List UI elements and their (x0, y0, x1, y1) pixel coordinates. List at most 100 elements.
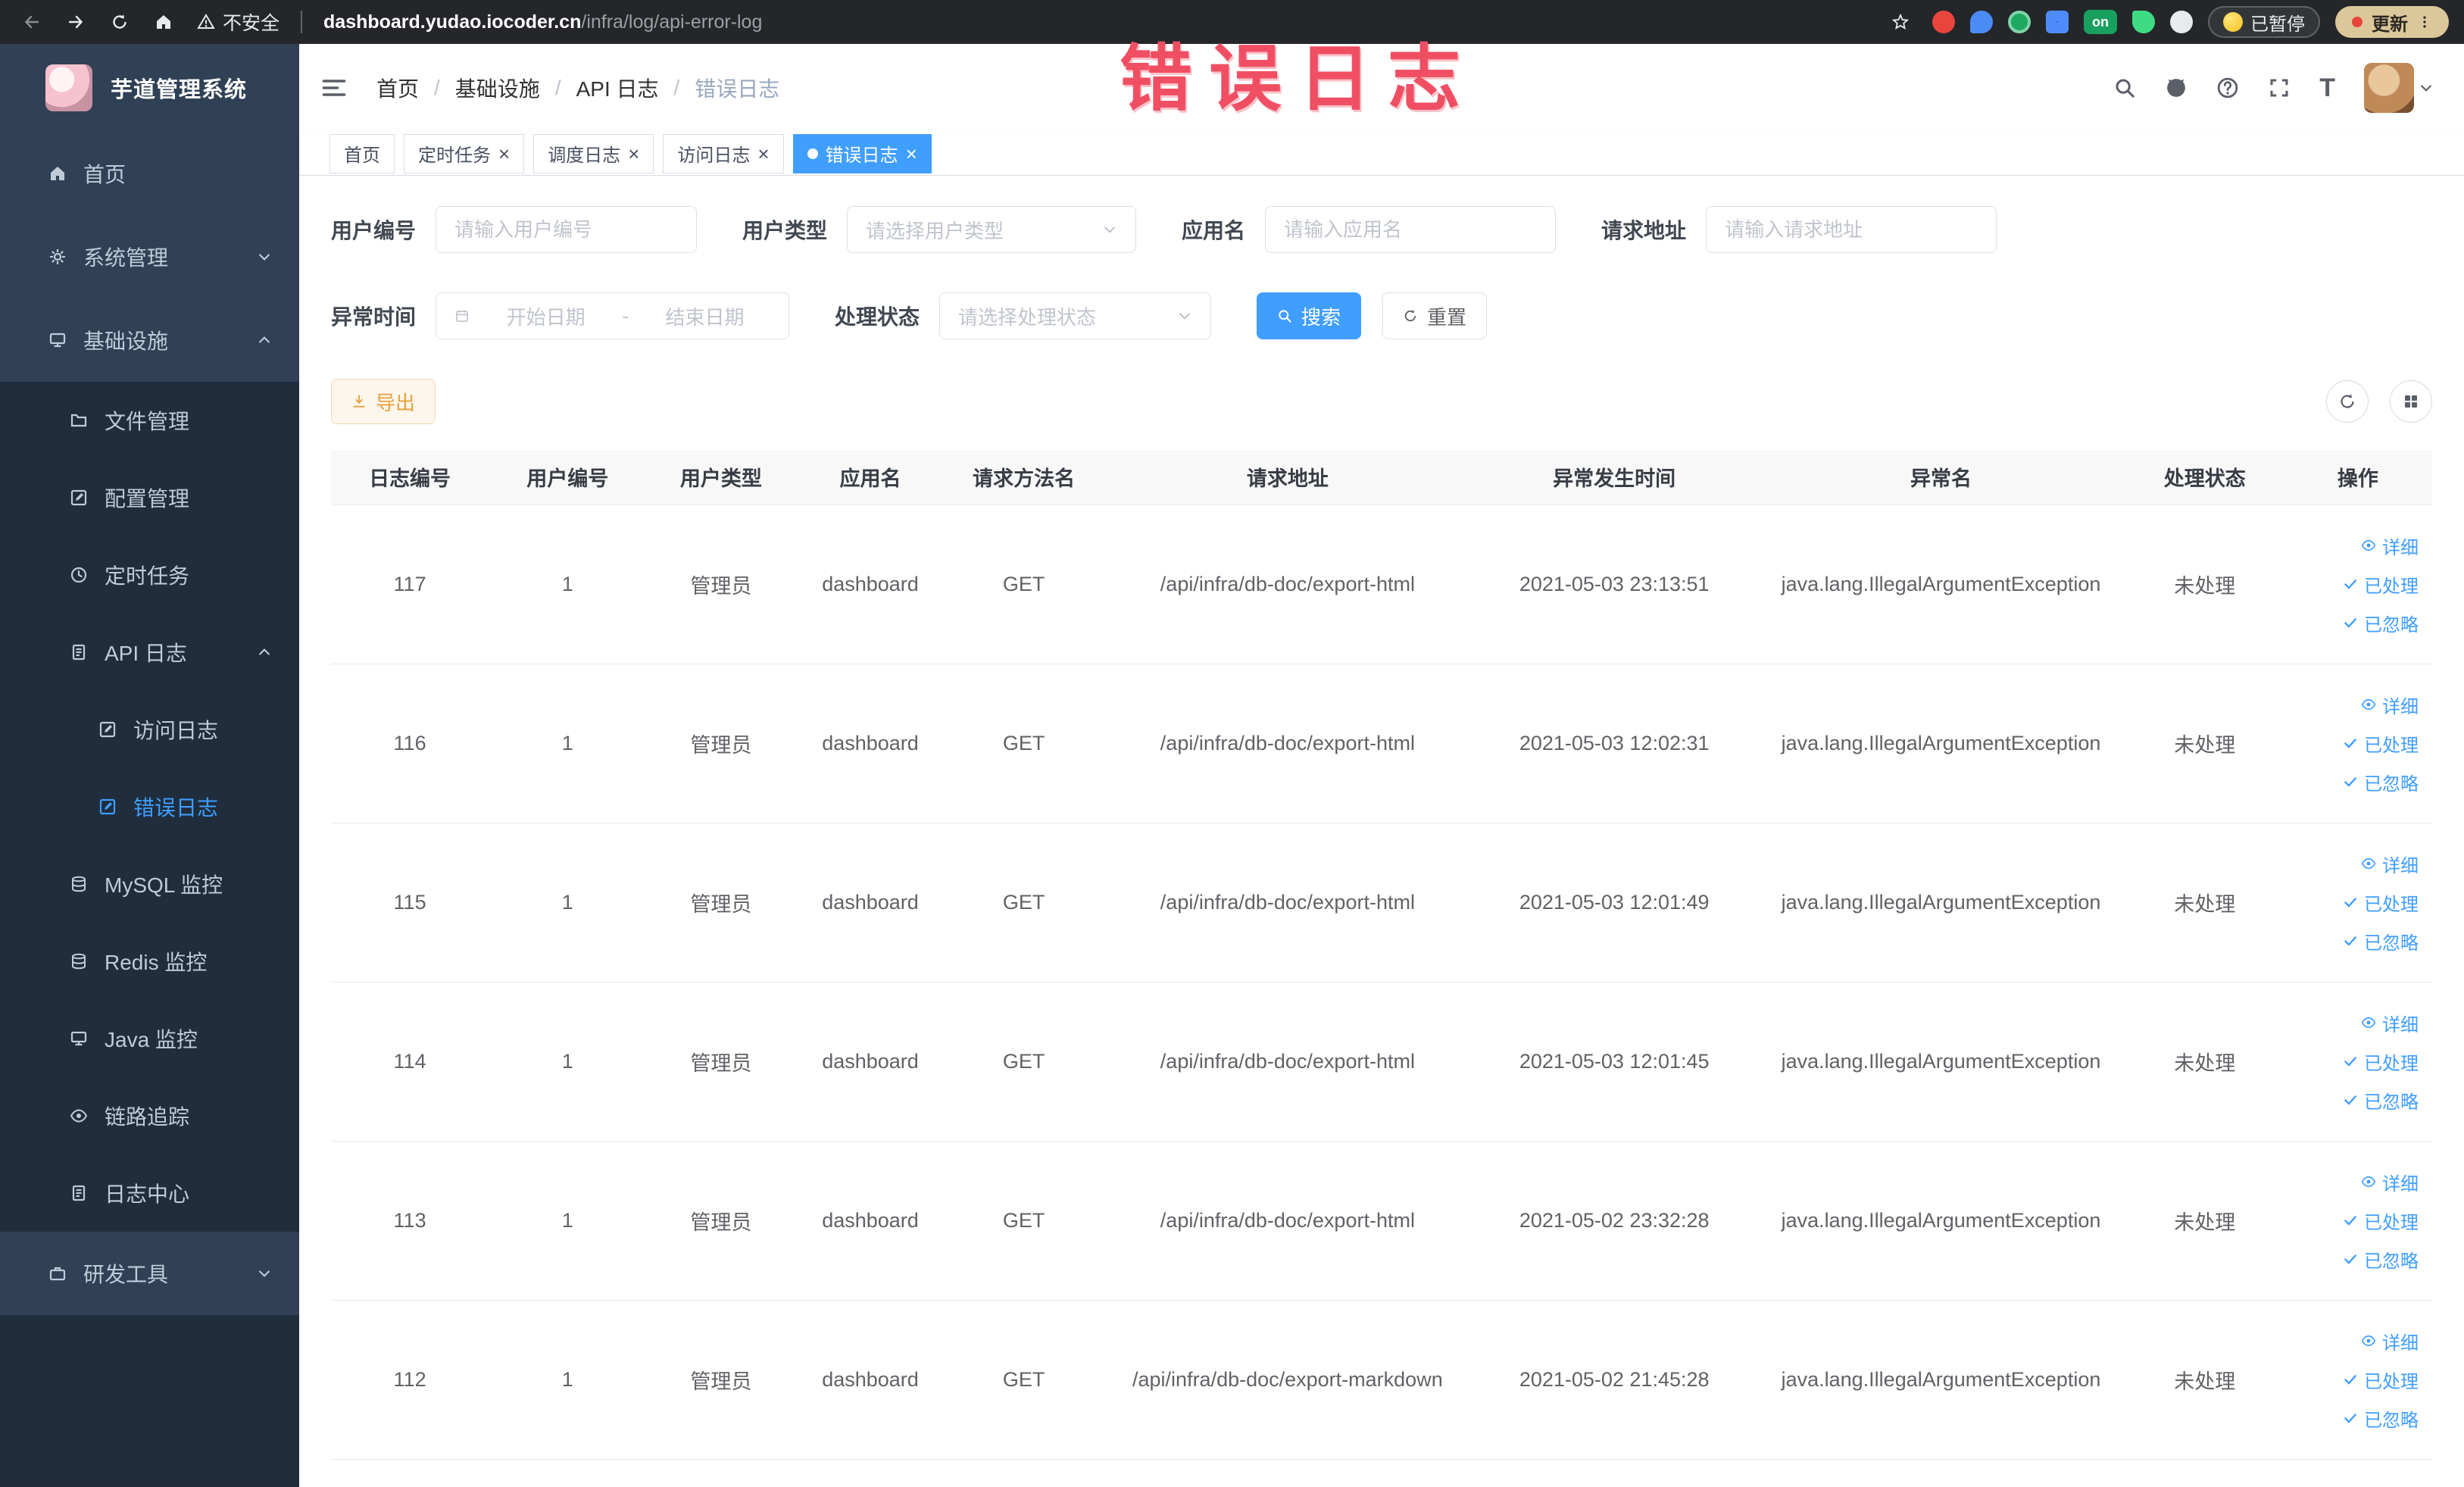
breadcrumb-api-logs[interactable]: API 日志 (576, 73, 659, 103)
sidebar-item-redis-monitor[interactable]: Redis 监控 (0, 923, 299, 1000)
user-type-label: 用户类型 (742, 219, 828, 242)
mark-ignored-link[interactable]: 已忽略 (2343, 1405, 2419, 1432)
export-button[interactable]: 导出 (331, 379, 436, 424)
sidebar-item-mysql-monitor[interactable]: MySQL 监控 (0, 845, 299, 923)
sidebar-item-access-log[interactable]: 访问日志 (0, 691, 299, 768)
mark-ignored-link[interactable]: 已忽略 (2343, 769, 2419, 795)
tab-home[interactable]: 首页 (329, 133, 395, 173)
request-url-label: 请求地址 (1601, 219, 1687, 242)
col-app-name: 应用名 (795, 450, 945, 505)
col-actions: 操作 (2283, 450, 2432, 505)
detail-link[interactable]: 详细 (2361, 1169, 2419, 1195)
help-icon[interactable] (2216, 77, 2239, 99)
tab-schedule-log[interactable]: 调度日志 × (533, 133, 654, 173)
col-user-type: 用户类型 (646, 450, 796, 505)
warning-icon (197, 13, 215, 31)
chevron-up-icon (257, 333, 272, 348)
sidebar-item-log-center[interactable]: 日志中心 (0, 1154, 299, 1232)
close-icon[interactable]: × (628, 144, 639, 164)
browser-home-icon[interactable] (147, 5, 180, 39)
extension-icon-green[interactable] (2008, 11, 2031, 33)
sidebar-item-file-management[interactable]: 文件管理 (0, 382, 299, 459)
browser-reload-icon[interactable] (103, 5, 136, 39)
extension-icon-drop[interactable] (1970, 11, 1993, 33)
mark-ignored-link[interactable]: 已忽略 (2343, 1246, 2419, 1273)
extension-icon-paw[interactable] (2170, 11, 2193, 33)
app-name-input[interactable] (1265, 206, 1557, 253)
browser-forward-icon[interactable] (59, 5, 92, 39)
sidebar-item-system-management[interactable]: 系统管理 (0, 215, 299, 298)
tab-error-log[interactable]: 错误日志 × (792, 133, 932, 173)
detail-link[interactable]: 详细 (2361, 533, 2419, 559)
request-url-input[interactable] (1706, 206, 1997, 253)
sidebar-item-error-log[interactable]: 错误日志 (0, 768, 299, 845)
detail-link[interactable]: 详细 (2361, 1010, 2419, 1036)
mark-ignored-link[interactable]: 已忽略 (2343, 928, 2419, 954)
hamburger-icon[interactable] (320, 74, 348, 102)
mark-processed-link[interactable]: 已处理 (2343, 889, 2419, 916)
header-search-icon[interactable] (2113, 77, 2136, 99)
reset-button[interactable]: 重置 (1382, 292, 1488, 339)
sidebar-item-infrastructure[interactable]: 基础设施 (0, 298, 299, 382)
mark-ignored-link[interactable]: 已忽略 (2343, 1087, 2419, 1114)
font-size-icon[interactable]: T (2319, 73, 2335, 103)
browser-update-button[interactable]: 更新 (2335, 6, 2449, 38)
app-logo[interactable]: 芋道管理系统 (0, 44, 299, 132)
mark-processed-link[interactable]: 已处理 (2343, 1207, 2419, 1234)
detail-link[interactable]: 详细 (2361, 851, 2419, 877)
column-settings-button[interactable] (2390, 380, 2432, 423)
refresh-icon (1403, 308, 1418, 323)
mark-processed-link[interactable]: 已处理 (2343, 1367, 2419, 1393)
extension-icon-leaf[interactable] (2132, 11, 2155, 33)
sidebar-item-scheduled-jobs[interactable]: 定时任务 (0, 536, 299, 614)
table-row: 116 1 管理员 dashboard GET /api/infra/db-do… (331, 664, 2432, 823)
sidebar-item-home[interactable]: 首页 (0, 132, 299, 215)
mark-processed-link[interactable]: 已处理 (2343, 730, 2419, 757)
eye-icon (2361, 697, 2376, 712)
process-status-select[interactable]: 请选择处理状态 (939, 292, 1212, 339)
search-button[interactable]: 搜索 (1257, 292, 1362, 339)
detail-link[interactable]: 详细 (2361, 1328, 2419, 1354)
address-bar[interactable]: dashboard.yudao.iocoder.cn/infra/log/api… (323, 11, 762, 33)
app-title: 芋道管理系统 (111, 78, 248, 102)
sidebar-item-java-monitor[interactable]: Java 监控 (0, 1000, 299, 1077)
eye-icon (2361, 1174, 2376, 1189)
col-exception-name: 异常名 (1756, 450, 2126, 505)
breadcrumb-infrastructure[interactable]: 基础设施 (455, 73, 540, 103)
exception-time-range-picker[interactable]: 开始日期 - 结束日期 (436, 292, 790, 339)
sidebar-item-trace[interactable]: 链路追踪 (0, 1077, 299, 1154)
user-menu[interactable] (2364, 63, 2434, 113)
chevron-down-icon (1177, 308, 1192, 323)
sidebar-item-config-management[interactable]: 配置管理 (0, 459, 299, 536)
bookmark-star-icon[interactable] (1884, 5, 1917, 39)
sidebar-item-dev-tools[interactable]: 研发工具 (0, 1232, 299, 1315)
emoji-icon (2223, 12, 2243, 32)
edit-icon (98, 798, 117, 816)
mark-ignored-link[interactable]: 已忽略 (2343, 610, 2419, 636)
extension-icon-grid[interactable] (2046, 11, 2069, 33)
tab-scheduled-jobs[interactable]: 定时任务 × (404, 133, 525, 173)
user-id-input[interactable] (436, 206, 698, 253)
breadcrumb-home[interactable]: 首页 (376, 73, 419, 103)
monitor-icon (48, 331, 67, 349)
browser-back-icon[interactable] (15, 5, 48, 39)
extension-paused-badge[interactable]: 已暂停 (2208, 6, 2320, 38)
chevron-down-icon (257, 1266, 272, 1281)
close-icon[interactable]: × (498, 144, 510, 164)
tab-access-log[interactable]: 访问日志 × (663, 133, 784, 173)
extension-icon-red[interactable] (1932, 11, 1955, 33)
sidebar-item-api-logs[interactable]: API 日志 (0, 614, 299, 691)
mark-processed-link[interactable]: 已处理 (2343, 1048, 2419, 1075)
close-icon[interactable]: × (757, 144, 769, 164)
user-type-select[interactable]: 请选择用户类型 (847, 206, 1137, 253)
browser-chrome: 不安全 dashboard.yudao.iocoder.cn/infra/log… (0, 0, 2464, 44)
site-security-chip[interactable]: 不安全 (197, 8, 280, 36)
github-icon[interactable] (2165, 77, 2188, 99)
mark-processed-link[interactable]: 已处理 (2343, 571, 2419, 598)
document-icon (70, 643, 88, 661)
detail-link[interactable]: 详细 (2361, 692, 2419, 718)
extension-icon-on[interactable]: on (2084, 10, 2117, 34)
close-icon[interactable]: × (906, 144, 917, 164)
refresh-table-button[interactable] (2326, 380, 2369, 423)
fullscreen-icon[interactable] (2268, 77, 2291, 99)
